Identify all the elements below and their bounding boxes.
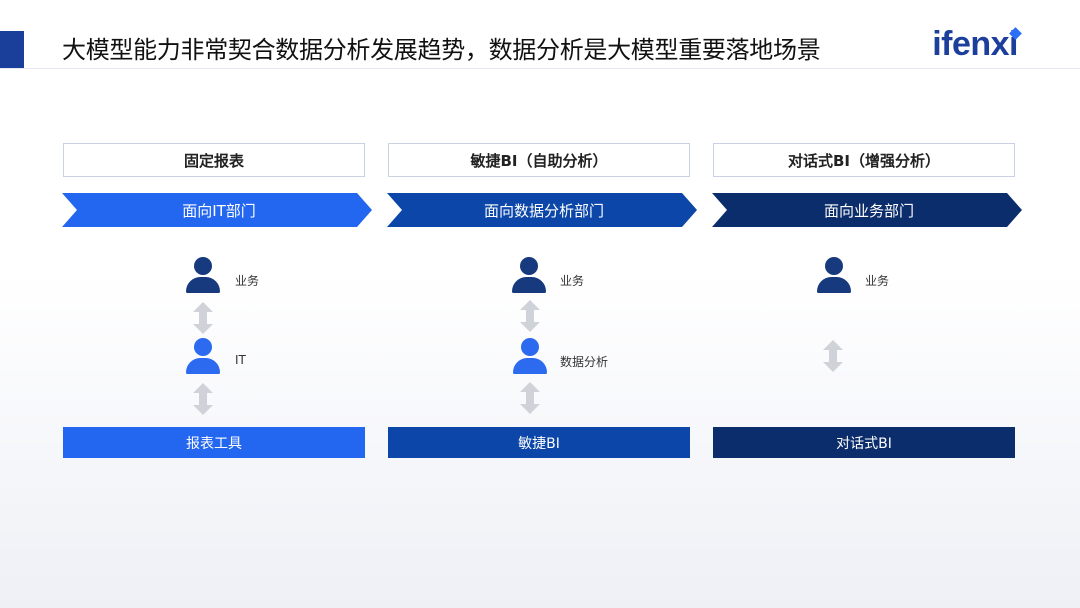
department-label: 面向业务部门 bbox=[823, 201, 914, 220]
role-business: 业务 bbox=[560, 274, 585, 288]
person-icon bbox=[511, 257, 547, 293]
tool-box: 敏捷BI bbox=[388, 427, 690, 458]
stage-label: 对话式BI（增强分析） bbox=[713, 143, 1015, 177]
person-icon bbox=[512, 338, 548, 374]
double-arrow-icon bbox=[193, 302, 213, 334]
double-arrow-icon bbox=[520, 382, 540, 414]
double-arrow-icon bbox=[193, 383, 213, 415]
role-business: 业务 bbox=[865, 274, 890, 288]
department-arrow: 面向数据分析部门 bbox=[387, 193, 697, 227]
double-arrow-icon bbox=[520, 300, 540, 332]
department-arrow: 面向业务部门 bbox=[712, 193, 1022, 227]
department-label: 面向数据分析部门 bbox=[483, 201, 604, 220]
stage-conversational-bi: 对话式BI（增强分析） 面向业务部门 业务 对话式BI bbox=[712, 0, 1022, 608]
person-icon bbox=[185, 257, 221, 293]
role-data-analysis: 数据分析 bbox=[560, 355, 609, 369]
double-arrow-icon bbox=[823, 340, 843, 372]
person-icon bbox=[185, 338, 221, 374]
tool-box: 对话式BI bbox=[713, 427, 1015, 458]
stage-fixed-report: 固定报表 面向IT部门 业务 IT 报表工具 bbox=[62, 0, 372, 608]
stage-agile-bi: 敏捷BI（自助分析） 面向数据分析部门 业务 数据分析 敏捷BI bbox=[387, 0, 697, 608]
title-accent-bar bbox=[0, 31, 24, 68]
stage-label: 固定报表 bbox=[63, 143, 365, 177]
department-arrow: 面向IT部门 bbox=[62, 193, 372, 227]
role-it: IT bbox=[235, 353, 246, 367]
role-business: 业务 bbox=[235, 274, 260, 288]
tool-box: 报表工具 bbox=[63, 427, 365, 458]
person-icon bbox=[816, 257, 852, 293]
department-label: 面向IT部门 bbox=[182, 201, 256, 220]
stage-label: 敏捷BI（自助分析） bbox=[388, 143, 690, 177]
